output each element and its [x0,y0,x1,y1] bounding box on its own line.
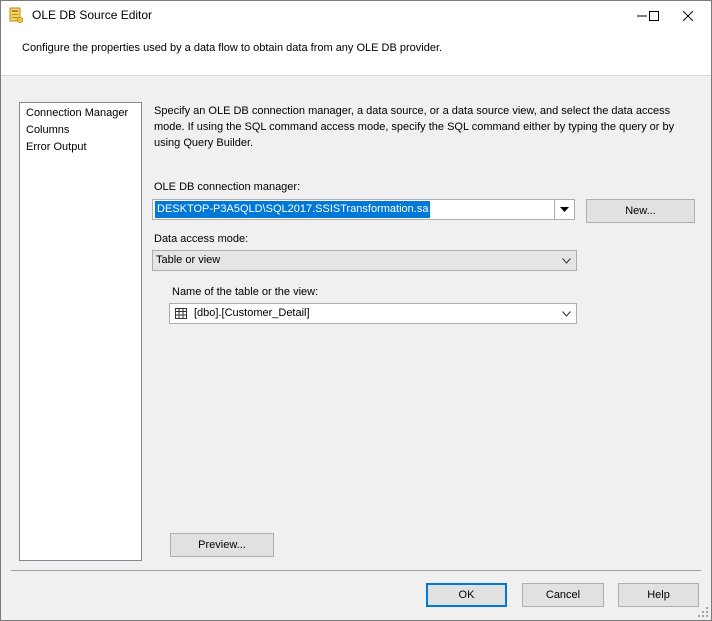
ok-button[interactable]: OK [426,583,507,607]
dropdown-arrow[interactable] [556,251,576,270]
resize-grip-icon[interactable] [698,607,708,617]
page-nav-list: Connection Manager Columns Error Output [19,102,142,561]
table-name-label: Name of the table or the view: [172,286,319,298]
window-title: OLE DB Source Editor [32,8,153,22]
cancel-button[interactable]: Cancel [522,583,604,607]
maximize-icon [649,10,659,21]
new-connection-button[interactable]: New... [586,199,695,223]
title-bar[interactable]: OLE DB Source Editor [1,1,711,30]
table-icon [175,308,187,319]
chevron-down-icon [561,257,571,264]
page-description: Specify an OLE DB connection manager, a … [154,105,675,149]
header-description: Configure the properties used by a data … [22,42,443,54]
table-name-value: [dbo].[Customer_Detail] [194,307,310,319]
chevron-down-icon [560,207,569,212]
data-access-mode-value: Table or view [156,254,221,266]
chevron-down-icon [561,310,571,317]
maximize-button[interactable] [631,1,677,30]
help-button[interactable]: Help [618,583,699,607]
preview-button[interactable]: Preview... [170,533,274,557]
nav-item-error-output[interactable]: Error Output [21,139,140,156]
connection-manager-label: OLE DB connection manager: [154,181,301,193]
ssis-source-icon [9,7,23,23]
dialog-window: OLE DB Source Editor Configure the prope… [0,0,712,621]
dropdown-arrow[interactable] [556,304,576,323]
nav-item-connection-manager[interactable]: Connection Manager [21,105,140,122]
connection-manager-value: DESKTOP-P3A5QLD\SQL2017.SSISTransformati… [155,201,431,218]
data-access-mode-dropdown[interactable]: Table or view [152,250,577,271]
header-panel: Configure the properties used by a data … [1,30,711,76]
nav-item-columns[interactable]: Columns [21,122,140,139]
close-icon [683,10,693,21]
table-name-dropdown[interactable]: [dbo].[Customer_Detail] [169,303,577,324]
data-access-mode-label: Data access mode: [154,233,249,245]
dropdown-arrow[interactable] [554,200,574,219]
connection-manager-dropdown[interactable]: DESKTOP-P3A5QLD\SQL2017.SSISTransformati… [152,199,575,220]
footer-divider [11,570,701,571]
